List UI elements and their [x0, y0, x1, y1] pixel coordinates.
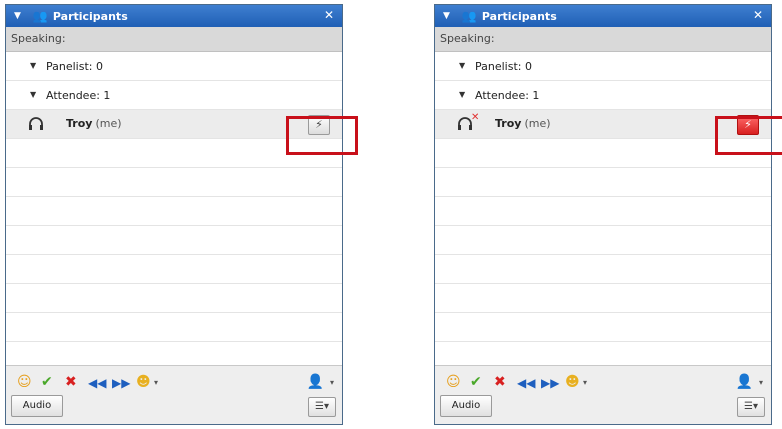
list-view-icon[interactable]: ☰▾ [308, 397, 336, 417]
close-icon[interactable]: ✕ [324, 8, 334, 22]
participants-panel: ▼ 👥 Participants ✕ Speaking: ▼ Panelist:… [5, 4, 343, 425]
x-icon[interactable]: ✖ [494, 374, 506, 390]
highlight-box [715, 116, 782, 155]
check-icon[interactable]: ✔ [470, 374, 482, 390]
empty-row [435, 255, 771, 284]
empty-row [435, 168, 771, 197]
empty-row [435, 226, 771, 255]
group-label: Panelist: 0 [46, 60, 103, 73]
empty-row [435, 197, 771, 226]
fast-forward-icon[interactable]: ▶▶ [112, 376, 130, 390]
panel-toolbar: ☺ ✔ ✖ ◀◀ ▶▶ ☻ ▾ 👤 ▾ Audio ☰▾ [6, 365, 342, 424]
rewind-icon[interactable]: ◀◀ [517, 376, 535, 390]
empty-row [6, 226, 342, 255]
participant-suffix: (me) [524, 117, 551, 130]
participant-name: Troy (me) [66, 117, 122, 130]
empty-row [435, 284, 771, 313]
people-menu-icon[interactable]: 👤 [736, 374, 753, 390]
triangle-down-icon[interactable]: ▼ [30, 90, 36, 99]
group-attendee[interactable]: ▼ Attendee: 1 [6, 81, 342, 110]
empty-row [6, 168, 342, 197]
x-icon[interactable]: ✖ [65, 374, 77, 390]
audio-button[interactable]: Audio [440, 395, 492, 417]
chevron-down-icon[interactable]: ▾ [759, 378, 763, 387]
group-panelist[interactable]: ▼ Panelist: 0 [435, 52, 771, 81]
panel-toolbar: ☺ ✔ ✖ ◀◀ ▶▶ ☻ ▾ 👤 ▾ Audio ☰▾ [435, 365, 771, 424]
group-label: Panelist: 0 [475, 60, 532, 73]
participants-panel: ▼ 👥 Participants ✕ Speaking: ▼ Panelist:… [434, 4, 772, 425]
audio-button[interactable]: Audio [11, 395, 63, 417]
close-icon[interactable]: ✕ [753, 8, 763, 22]
emoticon-icon[interactable]: ☻ [136, 374, 151, 390]
panel-titlebar: ▼ 👥 Participants ✕ [435, 5, 771, 27]
check-icon[interactable]: ✔ [41, 374, 53, 390]
empty-row [6, 313, 342, 342]
raise-hand-icon[interactable]: ☺ [17, 374, 32, 390]
list-view-icon[interactable]: ☰▾ [737, 397, 765, 417]
chevron-down-icon[interactable]: ▾ [330, 378, 334, 387]
empty-row [6, 197, 342, 226]
group-label: Attendee: 1 [46, 89, 111, 102]
panel-title: Participants [481, 9, 557, 23]
people-menu-icon[interactable]: 👤 [307, 374, 324, 390]
collapse-icon[interactable]: ▼ [14, 11, 21, 21]
people-icon: 👥 [32, 9, 48, 23]
triangle-down-icon[interactable]: ▼ [30, 61, 36, 70]
empty-row [6, 255, 342, 284]
rewind-icon[interactable]: ◀◀ [88, 376, 106, 390]
triangle-down-icon[interactable]: ▼ [459, 90, 465, 99]
group-attendee[interactable]: ▼ Attendee: 1 [435, 81, 771, 110]
chevron-down-icon[interactable]: ▾ [154, 378, 158, 387]
speaking-label: Speaking: [6, 27, 342, 52]
participant-name: Troy (me) [495, 117, 551, 130]
chevron-down-icon[interactable]: ▾ [583, 378, 587, 387]
collapse-icon[interactable]: ▼ [443, 11, 450, 21]
raise-hand-icon[interactable]: ☺ [446, 374, 461, 390]
group-panelist[interactable]: ▼ Panelist: 0 [6, 52, 342, 81]
speaking-label: Speaking: [435, 27, 771, 52]
empty-row [435, 313, 771, 342]
people-icon: 👥 [461, 9, 477, 23]
panel-titlebar: ▼ 👥 Participants ✕ [6, 5, 342, 27]
headset-icon [29, 117, 43, 130]
group-label: Attendee: 1 [475, 89, 540, 102]
fast-forward-icon[interactable]: ▶▶ [541, 376, 559, 390]
muted-x-icon: ✕ [471, 112, 480, 123]
triangle-down-icon[interactable]: ▼ [459, 61, 465, 70]
highlight-box [286, 116, 358, 155]
empty-row [6, 284, 342, 313]
participant-suffix: (me) [95, 117, 122, 130]
emoticon-icon[interactable]: ☻ [565, 374, 580, 390]
panel-title: Participants [52, 9, 128, 23]
